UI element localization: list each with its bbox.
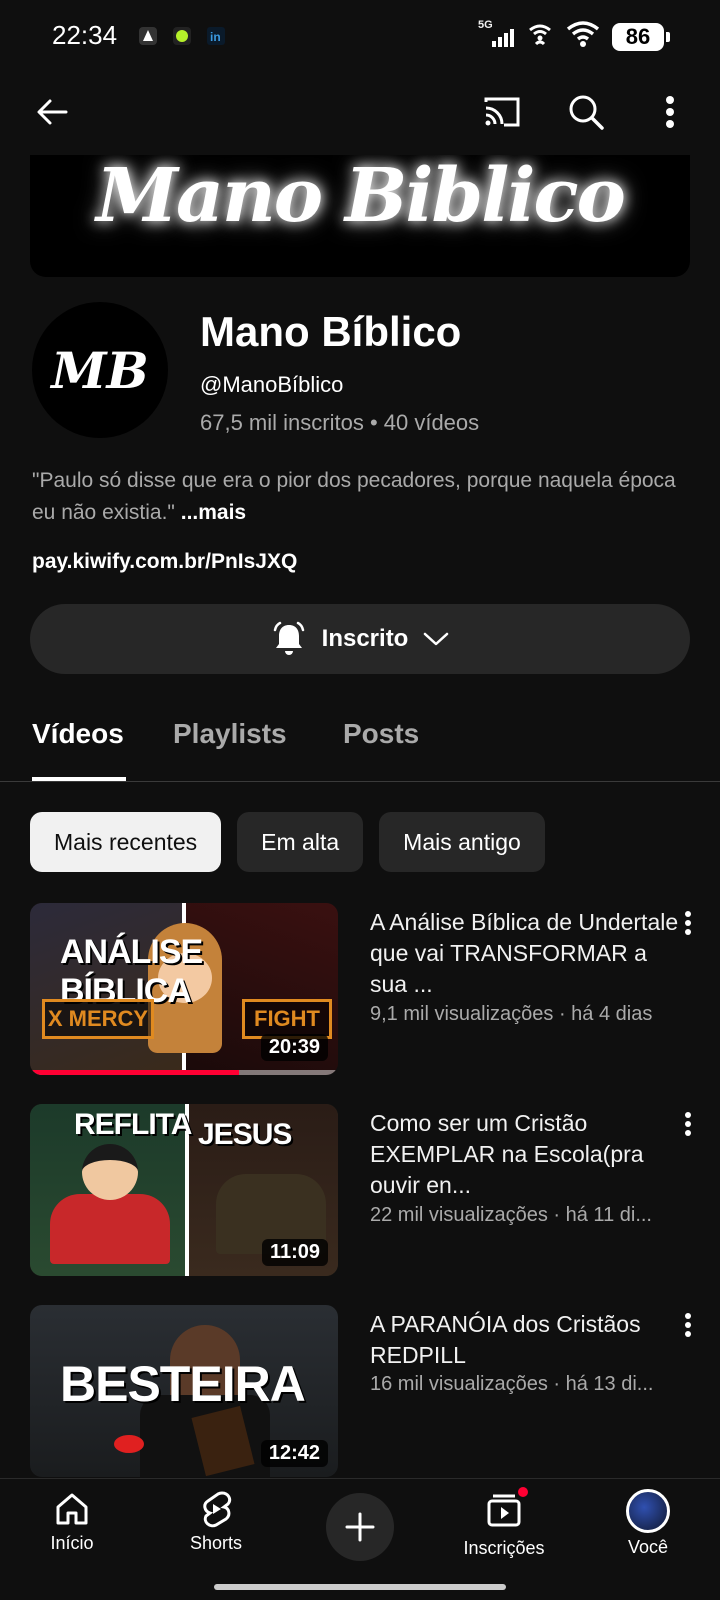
system-icons: 5G 86 [478,19,670,53]
channel-description[interactable]: "Paulo só disse que era o pior dos pecad… [32,465,692,529]
search-button[interactable] [558,84,614,140]
you-avatar [626,1489,670,1533]
bell-ringing-icon [273,621,304,655]
video-meta: 9,1 mil visualizações · há 4 dias [370,1003,653,1025]
thumb-title-text: BESTEIRA [60,1356,306,1412]
nav-subscriptions-label: Inscrições [463,1538,545,1558]
more-vert-icon [685,1313,691,1337]
video-thumbnail[interactable]: BESTEIRA 12:42 [30,1305,338,1477]
battery-indicator: 86 [612,22,670,51]
chip-mais-antigo[interactable]: Mais antigo [379,812,545,872]
status-time: 22:34 [52,20,118,50]
back-arrow-icon [37,99,68,125]
cast-button[interactable] [474,84,530,140]
video-item[interactable]: ANÁLISE BÍBLICA X MERCY FIGHT 20:39 A An… [30,903,700,1075]
channel-handle: @ManoBíblico [200,372,344,397]
video-title[interactable]: A PARANÓIA dos Cristãos REDPILL [370,1309,690,1371]
chip-mais-recentes[interactable]: Mais recentes [30,812,222,872]
notification-icons: in [136,24,228,48]
nav-shorts-label: Shorts [189,1533,243,1553]
channel-stats: 67,5 mil inscritos • 40 vídeos [200,410,480,435]
subscriptions-icon-wrap [484,1485,530,1534]
app-notification-icon [136,24,160,48]
video-more-button[interactable] [670,1104,706,1144]
thumb-red-pill [114,1435,144,1453]
video-duration: 20:39 [260,1034,328,1061]
thumb-fight-button: FIGHT [242,999,332,1039]
watch-progress-fill [30,1070,240,1075]
search-icon [569,95,604,130]
svg-text:in: in [210,30,221,44]
nav-you-label: Você [627,1537,669,1557]
cast-icon [484,97,520,127]
wifi-icon [566,20,600,53]
video-thumbnail[interactable]: ANÁLISE BÍBLICA X MERCY FIGHT 20:39 [30,903,338,1075]
active-tab-indicator [32,777,126,781]
avatar-text: MB [51,340,149,400]
more-vert-icon [666,96,674,128]
tab-posts[interactable]: Posts [343,718,419,750]
hotspot-icon [526,20,554,53]
channel-link[interactable]: pay.kiwify.com.br/PnIsJXQ [32,550,297,574]
subscribed-button[interactable]: Inscrito [30,604,690,674]
nav-subscriptions[interactable]: Inscrições [444,1485,564,1559]
video-more-button[interactable] [670,1305,706,1345]
chip-em-alta[interactable]: Em alta [237,812,364,872]
channel-avatar[interactable]: MB [32,302,168,438]
linkedin-icon: in [204,24,228,48]
nav-you[interactable]: Você [588,1489,708,1558]
watch-progress-bar [30,1070,338,1075]
channel-name: Mano Bíblico [200,308,462,355]
nav-shorts[interactable]: Shorts [156,1489,276,1554]
green-dot-notification-icon [170,24,194,48]
home-indicator[interactable] [214,1584,506,1590]
video-more-button[interactable] [670,903,706,943]
sort-chips: Mais recentes Em alta Mais antigo [30,812,545,872]
overflow-menu-button[interactable] [650,84,690,140]
tab-playlists[interactable]: Playlists [173,718,287,750]
more-vert-icon [685,911,691,935]
chevron-down-icon [424,632,449,646]
tab-videos[interactable]: Vídeos [32,718,124,750]
video-title[interactable]: Como ser um Cristão EXEMPLAR na Escola(p… [370,1108,690,1201]
channel-banner: Mano Biblico [30,155,690,277]
description-more-link[interactable]: ...mais [181,501,246,524]
thumb-student-head [82,1144,138,1200]
video-duration: 12:42 [260,1440,328,1467]
video-duration: 11:09 [261,1239,328,1266]
cellular-signal-icon: 5G [478,19,514,49]
bottom-navigation: Início Shorts Inscrições Você [0,1478,720,1600]
subscribed-label: Inscrito [321,625,409,652]
thumb-left-text: REFLITA [74,1108,192,1141]
thumb-mercy-button: X MERCY [42,999,154,1039]
banner-text: Mano Biblico [96,155,626,239]
video-title[interactable]: A Análise Bíblica de Undertale que vai T… [370,907,690,1000]
create-button[interactable] [326,1493,394,1561]
status-bar: 22:34 in 5G 86 [0,0,720,72]
plus-icon [345,1512,375,1542]
new-content-badge [516,1485,530,1499]
back-button[interactable] [24,84,80,140]
thumb-student-left [50,1194,170,1264]
nav-home[interactable]: Início [12,1489,132,1554]
description-text: "Paulo só disse que era o pior dos pecad… [32,469,676,524]
thumb-right-text: JESUS [198,1118,292,1151]
home-icon [56,1493,88,1525]
nav-home-label: Início [50,1533,94,1553]
network-type: 5G [478,18,493,31]
video-meta: 22 mil visualizações · há 11 di... [370,1204,652,1226]
app-bar [0,72,720,152]
video-item[interactable]: REFLITA JESUS 11:09 Como ser um Cristão … [30,1104,700,1276]
video-meta: 16 mil visualizações · há 13 di... [370,1373,654,1395]
more-vert-icon [685,1112,691,1136]
shorts-icon [203,1491,232,1528]
video-item[interactable]: BESTEIRA 12:42 A PARANÓIA dos Cristãos R… [30,1305,700,1477]
channel-tabs: Vídeos Playlists Posts [0,700,720,782]
video-thumbnail[interactable]: REFLITA JESUS 11:09 [30,1104,338,1276]
